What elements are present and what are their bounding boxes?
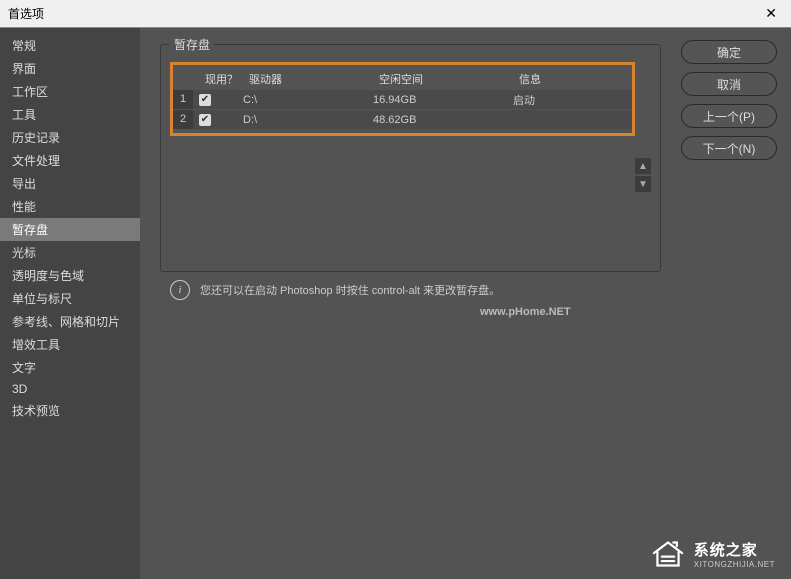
sidebar-item-3[interactable]: 工具 <box>0 103 140 126</box>
sidebar-item-11[interactable]: 单位与标尺 <box>0 287 140 310</box>
sidebar: 常规界面工作区工具历史记录文件处理导出性能暂存盘光标透明度与色域单位与标尺参考线… <box>0 28 140 579</box>
main: 常规界面工作区工具历史记录文件处理导出性能暂存盘光标透明度与色域单位与标尺参考线… <box>0 28 791 579</box>
sidebar-item-16[interactable]: 技术预览 <box>0 399 140 422</box>
sidebar-item-8[interactable]: 暂存盘 <box>0 218 140 241</box>
col-drive: 驱动器 <box>249 71 379 87</box>
brand-watermark: 系统之家 XITONGZHIJIA.NET <box>650 539 775 569</box>
panel-title: 暂存盘 <box>170 36 214 53</box>
sidebar-item-15[interactable]: 3D <box>0 379 140 399</box>
prev-button[interactable]: 上一个(P) <box>681 104 777 128</box>
drive-cell: C:\ <box>243 94 373 106</box>
titlebar: 首选项 ✕ <box>0 0 791 28</box>
watermark-text: www.pHome.NET <box>480 306 571 318</box>
close-icon[interactable]: ✕ <box>759 5 783 22</box>
sidebar-item-1[interactable]: 界面 <box>0 57 140 80</box>
free-cell: 16.94GB <box>373 94 513 106</box>
brand-url: XITONGZHIJIA.NET <box>694 560 775 569</box>
window-title: 首选项 <box>8 5 44 22</box>
sidebar-item-2[interactable]: 工作区 <box>0 80 140 103</box>
content: 暂存盘 现用？ 驱动器 空闲空间 信息 1 ✔ C:\16.94GB启动 2 ✔ D:\4… <box>140 28 791 579</box>
scratch-disk-table: 现用？ 驱动器 空闲空间 信息 1 ✔ C:\16.94GB启动 2 ✔ D:\48.62… <box>170 62 635 136</box>
col-use: 现用？ <box>205 71 249 87</box>
info-icon: i <box>170 280 190 300</box>
checkbox-icon[interactable]: ✔ <box>199 94 211 106</box>
sidebar-item-6[interactable]: 导出 <box>0 172 140 195</box>
sidebar-item-13[interactable]: 增效工具 <box>0 333 140 356</box>
house-icon <box>650 539 686 569</box>
dialog-buttons: 确定 取消 上一个(P) 下一个(N) <box>681 40 777 160</box>
next-button[interactable]: 下一个(N) <box>681 136 777 160</box>
table-row[interactable]: 1 ✔ C:\16.94GB启动 <box>173 90 632 109</box>
sidebar-item-9[interactable]: 光标 <box>0 241 140 264</box>
sidebar-item-7[interactable]: 性能 <box>0 195 140 218</box>
info-cell: 启动 <box>513 92 626 108</box>
col-free: 空闲空间 <box>379 71 519 87</box>
sidebar-item-14[interactable]: 文字 <box>0 356 140 379</box>
ok-button[interactable]: 确定 <box>681 40 777 64</box>
table-header: 现用？ 驱动器 空闲空间 信息 <box>173 69 632 89</box>
hint-row: i 您还可以在启动 Photoshop 时按住 control-alt 来更改暂… <box>170 280 500 300</box>
sidebar-item-12[interactable]: 参考线、网格和切片 <box>0 310 140 333</box>
row-index: 2 <box>173 110 193 129</box>
drive-cell: D:\ <box>243 114 373 126</box>
sidebar-item-4[interactable]: 历史记录 <box>0 126 140 149</box>
table-row[interactable]: 2 ✔ D:\48.62GB <box>173 110 632 129</box>
move-down-button[interactable]: ▼ <box>635 176 651 192</box>
checkbox-icon[interactable]: ✔ <box>199 114 211 126</box>
move-up-button[interactable]: ▲ <box>635 158 651 174</box>
cancel-button[interactable]: 取消 <box>681 72 777 96</box>
hint-text: 您还可以在启动 Photoshop 时按住 control-alt 来更改暂存盘… <box>200 282 500 298</box>
row-index: 1 <box>173 90 193 109</box>
sidebar-item-5[interactable]: 文件处理 <box>0 149 140 172</box>
sidebar-item-0[interactable]: 常规 <box>0 34 140 57</box>
free-cell: 48.62GB <box>373 114 513 126</box>
brand-name: 系统之家 <box>694 539 775 560</box>
reorder-arrows: ▲ ▼ <box>635 158 651 192</box>
col-info: 信息 <box>519 71 626 87</box>
sidebar-item-10[interactable]: 透明度与色域 <box>0 264 140 287</box>
